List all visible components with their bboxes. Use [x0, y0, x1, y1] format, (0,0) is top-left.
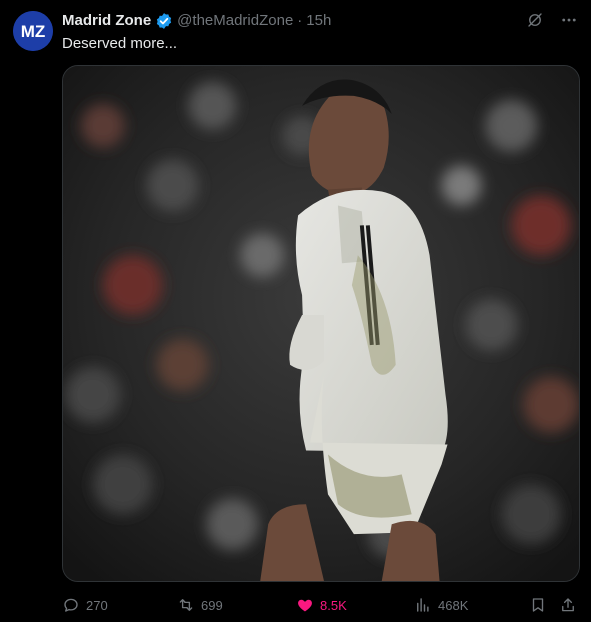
- handle[interactable]: @theMadridZone: [177, 11, 293, 31]
- views-icon: [417, 598, 429, 612]
- retweet-icon: [179, 599, 193, 611]
- timestamp[interactable]: 15h: [306, 11, 331, 31]
- tweet-photo[interactable]: [62, 65, 580, 582]
- like-count: 8.5K: [320, 597, 347, 613]
- retweet-button[interactable]: 699: [177, 595, 223, 615]
- avatar-logo: MZ: [13, 11, 53, 51]
- like-button[interactable]: 8.5K: [296, 595, 347, 615]
- separator-dot: ·: [297, 12, 303, 29]
- verified-badge-icon[interactable]: [155, 12, 173, 30]
- share-button[interactable]: [559, 595, 577, 615]
- grok-icon[interactable]: [525, 10, 545, 30]
- more-icon[interactable]: [559, 10, 579, 30]
- heart-icon: [298, 599, 312, 612]
- bookmark-button[interactable]: [529, 595, 547, 615]
- views-button[interactable]: 468K: [414, 595, 468, 615]
- tweet-actions: 270 699 8.5K 468K: [62, 595, 579, 615]
- avatar[interactable]: MZ: [13, 11, 53, 51]
- tweet-text: Deserved more...: [62, 35, 178, 52]
- player-photo-image: [63, 66, 579, 581]
- reply-icon: [64, 598, 78, 612]
- tweet-header: Madrid Zone @theMadridZone · 15h: [62, 11, 331, 31]
- reply-count: 270: [86, 597, 108, 613]
- views-count: 468K: [438, 597, 469, 613]
- retweet-count: 699: [201, 597, 223, 613]
- top-actions: [525, 10, 579, 30]
- share-icon: [562, 598, 574, 612]
- bookmark-icon: [532, 598, 544, 612]
- tweet-card[interactable]: MZ Madrid Zone @theMadridZone · 15h Dese…: [0, 0, 591, 622]
- reply-button[interactable]: 270: [62, 595, 108, 615]
- svg-text:MZ: MZ: [21, 22, 46, 41]
- display-name[interactable]: Madrid Zone: [62, 11, 151, 31]
